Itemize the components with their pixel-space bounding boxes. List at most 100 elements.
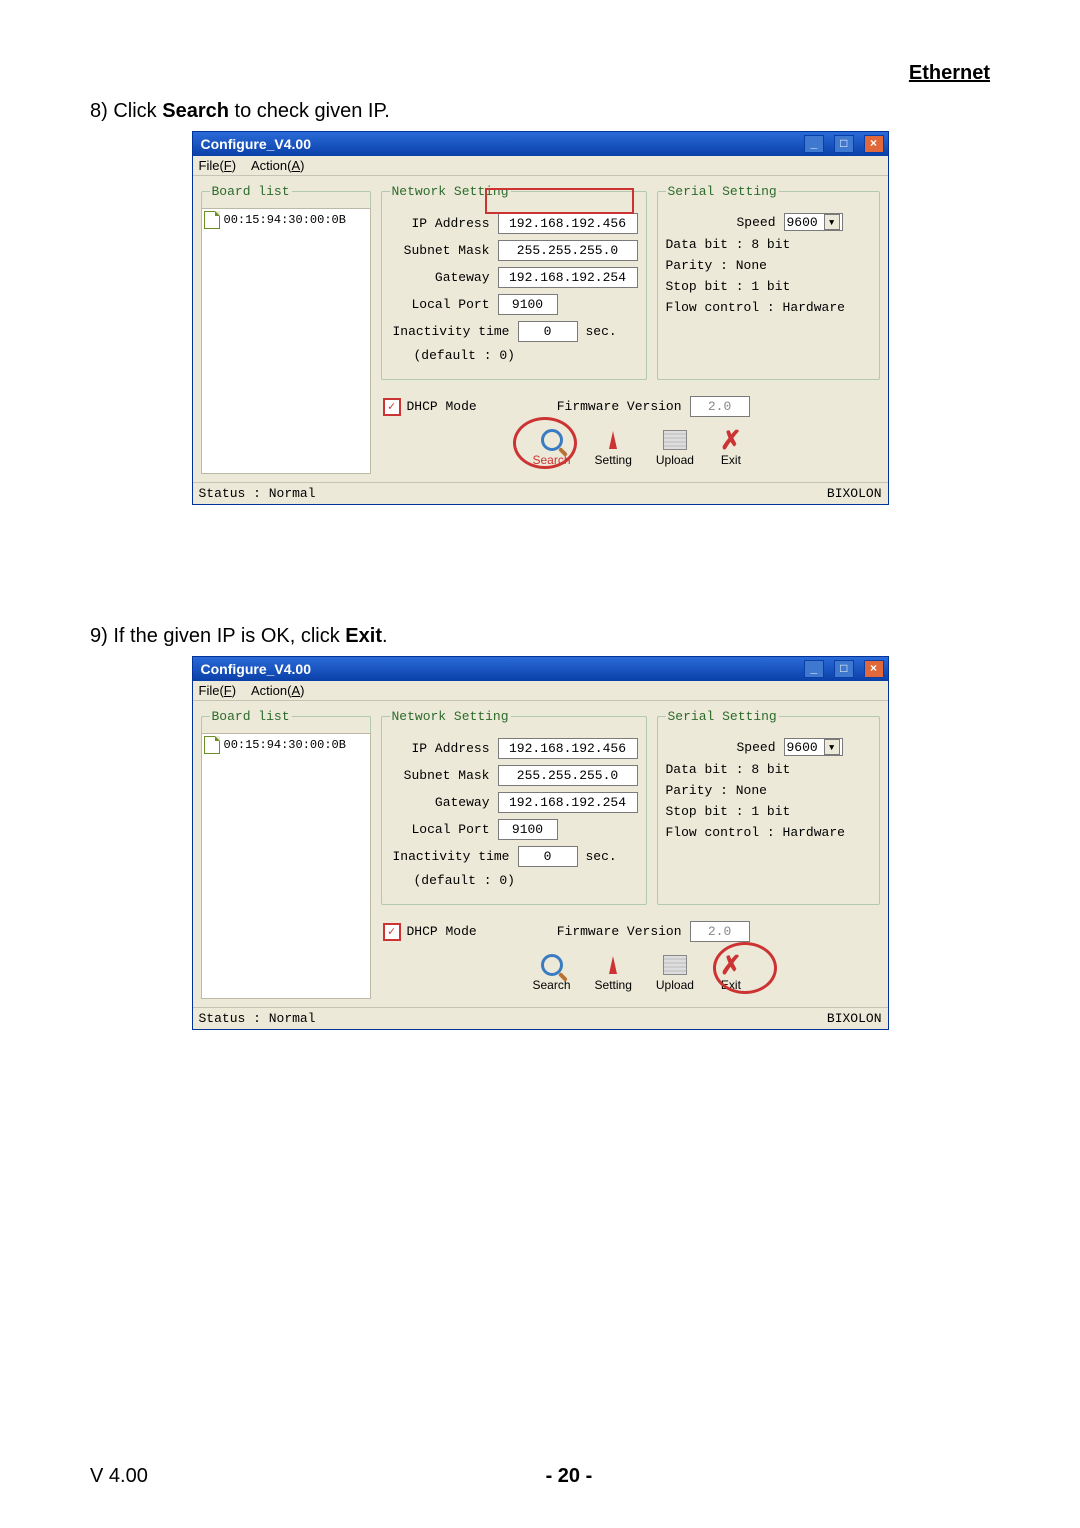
board-list-legend: Board list (210, 709, 292, 724)
data-bit: Data bit : 8 bit (666, 762, 791, 777)
checkbox-checked-icon: ✓ (383, 923, 401, 941)
stop-bit: Stop bit : 1 bit (666, 804, 791, 819)
inactivity-default: (default : 0) (390, 873, 534, 888)
window-title: Configure_V4.00 (197, 661, 802, 677)
chevron-down-icon: ▾ (824, 214, 840, 230)
menubar: File(F) Action(A) (193, 681, 888, 701)
page-footer: V 4.00 - 20 - (90, 1465, 990, 1488)
step-9-bold: Exit (345, 625, 382, 647)
exit-icon: ✗ (720, 425, 742, 456)
titlebar: Configure_V4.00 _ □ × (193, 657, 888, 681)
board-list[interactable]: 00:15:94:30:00:0B (201, 733, 371, 999)
board-list-legend: Board list (210, 184, 292, 199)
setting-button[interactable]: Setting (595, 952, 632, 992)
step-9-pre: 9) If the given IP is OK, click (90, 625, 345, 647)
maximize-icon[interactable]: □ (834, 135, 854, 153)
board-list-item[interactable]: 00:15:94:30:00:0B (204, 211, 368, 229)
window-buttons: _ □ × (802, 135, 884, 153)
status-bar: Status : Normal BIXOLON (193, 482, 888, 504)
serial-setting-legend: Serial Setting (666, 184, 779, 199)
local-port-input[interactable]: 9100 (498, 819, 558, 840)
inactivity-input[interactable]: 0 (518, 321, 578, 342)
checkbox-checked-icon: ✓ (383, 398, 401, 416)
serial-setting-group: Serial Setting Speed 9600▾ Data bit : 8 … (657, 709, 880, 905)
speed-select[interactable]: 9600▾ (784, 213, 843, 231)
status-text: Status : Normal (199, 486, 316, 501)
exit-button[interactable]: ✗Exit (718, 952, 744, 992)
menu-file[interactable]: File(F) (199, 683, 237, 698)
setting-button[interactable]: Setting (595, 427, 632, 467)
board-item-icon (204, 211, 220, 229)
firmware-version-label: Firmware Version (557, 399, 682, 414)
speed-label: Speed (666, 740, 776, 755)
inactivity-unit: sec. (586, 849, 617, 864)
menu-action[interactable]: Action(A) (251, 683, 304, 698)
footer-version: V 4.00 (90, 1465, 148, 1488)
exit-button-label: Exit (721, 978, 741, 992)
close-icon[interactable]: × (864, 135, 884, 153)
step-8-pre: 8) Click (90, 100, 162, 122)
dhcp-mode-label: DHCP Mode (407, 399, 477, 414)
parity: Parity : None (666, 258, 767, 273)
gateway-input[interactable]: 192.168.192.254 (498, 267, 638, 288)
firmware-version-value: 2.0 (690, 921, 750, 942)
upload-button[interactable]: Upload (656, 427, 694, 467)
search-button[interactable]: Search (533, 427, 571, 467)
network-setting-group: Network Setting IP Address192.168.192.45… (381, 709, 647, 905)
firmware-version-label: Firmware Version (557, 924, 682, 939)
maximize-icon[interactable]: □ (834, 660, 854, 678)
gateway-label: Gateway (390, 270, 490, 285)
exit-button[interactable]: ✗Exit (718, 427, 744, 467)
search-button[interactable]: Search (533, 952, 571, 992)
step-9-post: . (382, 625, 388, 647)
flow-control: Flow control : Hardware (666, 825, 845, 840)
board-list[interactable]: 00:15:94:30:00:0B (201, 208, 371, 474)
ip-address-input[interactable]: 192.168.192.456 (498, 213, 638, 234)
search-icon (541, 429, 563, 451)
inactivity-unit: sec. (586, 324, 617, 339)
stop-bit: Stop bit : 1 bit (666, 279, 791, 294)
status-bar: Status : Normal BIXOLON (193, 1007, 888, 1029)
local-port-input[interactable]: 9100 (498, 294, 558, 315)
upload-button[interactable]: Upload (656, 952, 694, 992)
speed-value: 9600 (787, 740, 818, 755)
screenshot-2: Configure_V4.00 _ □ × File(F) Action(A) … (192, 656, 889, 1030)
status-text: Status : Normal (199, 1011, 316, 1026)
setting-button-label: Setting (595, 453, 632, 467)
close-icon[interactable]: × (864, 660, 884, 678)
firmware-version-value: 2.0 (690, 396, 750, 417)
chevron-down-icon: ▾ (824, 739, 840, 755)
minimize-icon[interactable]: _ (804, 660, 824, 678)
menu-file[interactable]: File(F) (199, 158, 237, 173)
setting-icon (609, 956, 617, 974)
upload-icon (663, 955, 687, 975)
board-list-item[interactable]: 00:15:94:30:00:0B (204, 736, 368, 754)
dhcp-mode-checkbox[interactable]: ✓ DHCP Mode (383, 398, 477, 416)
brand-text: BIXOLON (827, 1011, 882, 1026)
menubar: File(F) Action(A) (193, 156, 888, 176)
menu-action[interactable]: Action(A) (251, 158, 304, 173)
data-bit: Data bit : 8 bit (666, 237, 791, 252)
speed-select[interactable]: 9600 ▾ (784, 738, 843, 756)
network-setting-legend: Network Setting (390, 709, 511, 724)
ip-address-label: IP Address (390, 216, 490, 231)
window-buttons: _ □ × (802, 660, 884, 678)
board-item-icon (204, 736, 220, 754)
subnet-mask-input[interactable]: 255.255.255.0 (498, 240, 638, 261)
gateway-label: Gateway (390, 795, 490, 810)
upload-button-label: Upload (656, 453, 694, 467)
speed-label: Speed (666, 215, 776, 230)
gateway-input[interactable]: 192.168.192.254 (498, 792, 638, 813)
serial-setting-group: Serial Setting Speed 9600▾ Data bit : 8 … (657, 184, 880, 380)
ip-address-input[interactable]: 192.168.192.456 (498, 738, 638, 759)
flow-control: Flow control : Hardware (666, 300, 845, 315)
network-setting-group: Network Setting IP Address192.168.192.45… (381, 184, 647, 380)
subnet-mask-input[interactable]: 255.255.255.0 (498, 765, 638, 786)
inactivity-input[interactable]: 0 (518, 846, 578, 867)
step-8-post: to check given IP. (229, 100, 390, 122)
subnet-mask-label: Subnet Mask (390, 768, 490, 783)
step-8: 8) Click Search to check given IP. (90, 100, 990, 123)
dhcp-mode-checkbox[interactable]: ✓DHCP Mode (383, 923, 477, 941)
minimize-icon[interactable]: _ (804, 135, 824, 153)
inactivity-label: Inactivity time (390, 849, 510, 864)
